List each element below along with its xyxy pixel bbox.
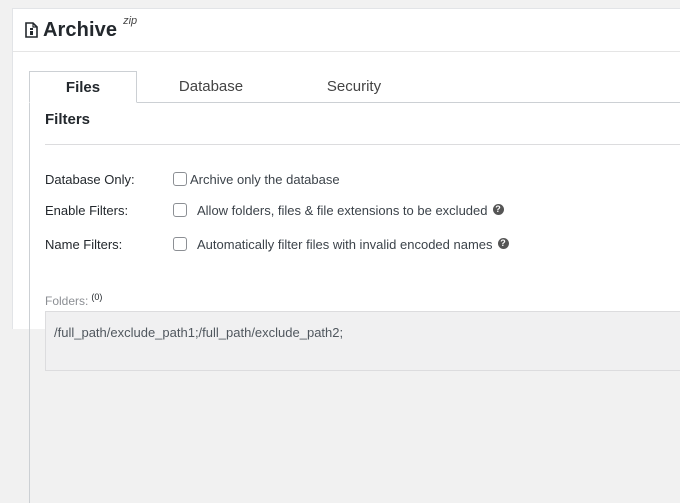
enable-filters-checkbox[interactable] [173,203,187,217]
folders-label-text: Folders: [45,294,89,308]
name-filters-checkbox[interactable] [173,237,187,251]
archive-format: zip [123,15,138,27]
enable-filters-label: Enable Filters: [45,202,129,218]
tab-bar: Files Database Security [29,71,680,103]
tab-database[interactable]: Database [137,71,285,103]
database-only-text[interactable]: Archive only the database [190,172,340,187]
help-icon[interactable]: ? [497,237,509,249]
archive-panel: Archive zip Files Database Security Filt… [12,8,680,503]
name-filters-text[interactable]: Automatically filter files with invalid … [197,237,493,252]
folders-label: Folders: (0) [45,292,102,308]
name-filters-row: Name Filters: Automatically filter files… [45,234,509,254]
page-title: Archive [43,18,118,41]
database-only-label: Database Only: [45,171,135,187]
archive-file-icon [25,22,38,38]
archive-header: Archive zip [13,9,680,52]
folders-textarea[interactable]: /full_path/exclude_path1;/full_path/excl… [45,311,680,371]
filters-heading: Filters [45,111,91,128]
archive-body: Files Database Security Filters Database… [29,71,680,503]
tab-files[interactable]: Files [29,71,137,103]
name-filters-label: Name Filters: [45,236,123,252]
database-only-checkbox[interactable] [173,172,187,186]
folders-count: (0) [91,292,103,302]
help-icon[interactable]: ? [492,203,504,215]
section-divider [45,144,680,145]
enable-filters-row: Enable Filters: Allow folders, files & f… [45,200,504,220]
enable-filters-text[interactable]: Allow folders, files & file extensions t… [197,203,488,218]
tab-bar-filler [423,71,680,103]
tab-security[interactable]: Security [285,71,423,103]
database-only-row: Database Only: Archive only the database [45,169,340,189]
files-tab-content: Filters Database Only: Archive only the … [29,103,680,503]
